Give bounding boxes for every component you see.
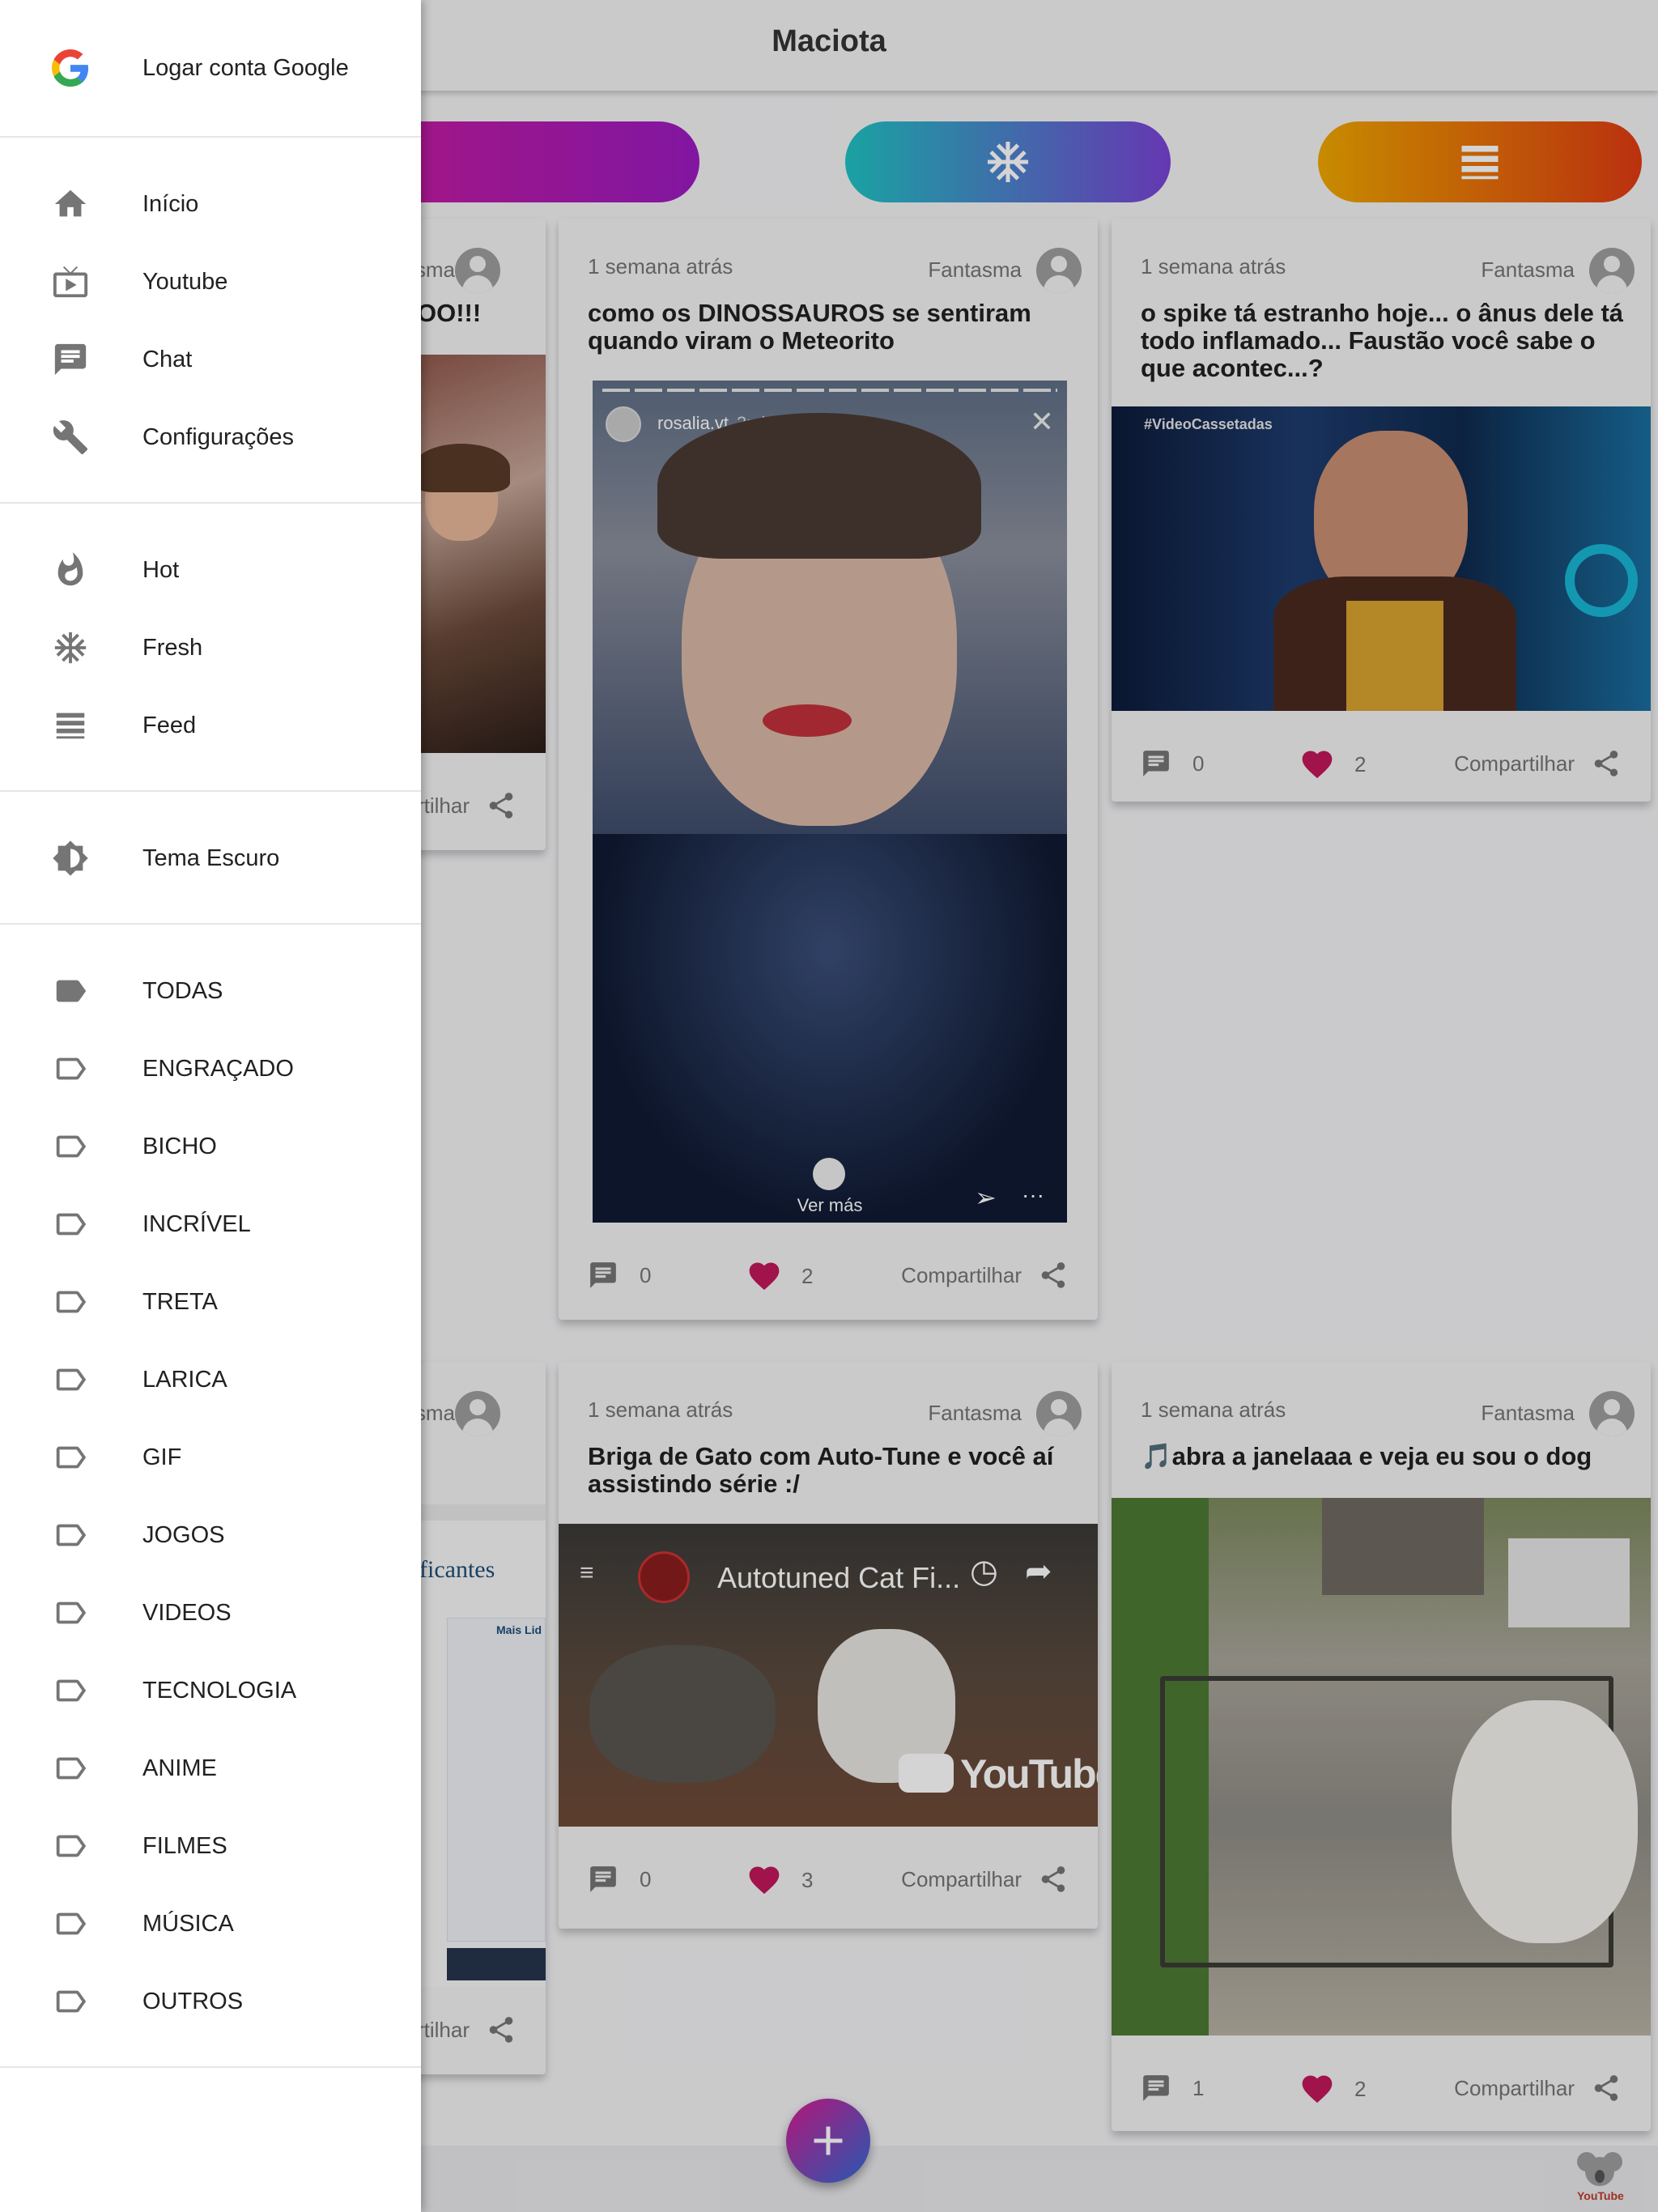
- divider: [0, 136, 421, 138]
- category-label: TODAS: [142, 977, 223, 1004]
- label-outline-icon: [50, 1359, 91, 1400]
- category-label: MÚSICA: [142, 1910, 234, 1937]
- nav-item-youtube[interactable]: Youtube: [0, 243, 421, 321]
- divider: [0, 502, 421, 504]
- nav-item-label: Youtube: [142, 268, 228, 295]
- category-item-anime[interactable]: ANIME: [0, 1729, 421, 1807]
- category-label: VIDEOS: [142, 1599, 232, 1626]
- nav-item-fresh[interactable]: Fresh: [0, 609, 421, 687]
- label-outline-icon: [50, 1826, 91, 1866]
- nav-item-label: Configurações: [142, 423, 294, 450]
- nav-item-inicio[interactable]: Início: [0, 165, 421, 243]
- nav-item-chat[interactable]: Chat: [0, 321, 421, 398]
- category-item-larica[interactable]: LARICA: [0, 1341, 421, 1419]
- divider: [0, 923, 421, 925]
- category-label: GIF: [142, 1444, 182, 1470]
- home-icon: [50, 184, 91, 224]
- feed-icon: [50, 705, 91, 746]
- label-filled-icon: [50, 971, 91, 1011]
- google-login-label: Logar conta Google: [142, 54, 349, 81]
- wrench-icon: [50, 417, 91, 457]
- tv-icon: [50, 262, 91, 302]
- category-label: TECNOLOGIA: [142, 1677, 297, 1704]
- nav-item-feed[interactable]: Feed: [0, 687, 421, 764]
- category-label: BICHO: [142, 1133, 217, 1159]
- category-label: FILMES: [142, 1832, 227, 1859]
- nav-item-configuracoes[interactable]: Configurações: [0, 398, 421, 476]
- category-item-filmes[interactable]: FILMES: [0, 1807, 421, 1885]
- nav-item-label: Chat: [142, 346, 193, 372]
- chat-icon: [50, 339, 91, 380]
- label-outline-icon: [50, 1981, 91, 2022]
- label-outline-icon: [50, 1748, 91, 1789]
- label-outline-icon: [50, 1204, 91, 1244]
- category-label: OUTROS: [142, 1988, 244, 2014]
- category-label: JOGOS: [142, 1521, 225, 1548]
- category-item-treta[interactable]: TRETA: [0, 1263, 421, 1341]
- category-item-gif[interactable]: GIF: [0, 1419, 421, 1496]
- category-item-todas[interactable]: TODAS: [0, 952, 421, 1030]
- category-item-música[interactable]: MÚSICA: [0, 1885, 421, 1963]
- dark-theme-toggle[interactable]: Tema Escuro: [0, 819, 421, 897]
- divider: [0, 2066, 421, 2068]
- nav-item-hot[interactable]: Hot: [0, 531, 421, 609]
- category-item-videos[interactable]: VIDEOS: [0, 1574, 421, 1652]
- label-outline-icon: [50, 1282, 91, 1322]
- category-label: INCRÍVEL: [142, 1210, 251, 1237]
- category-item-jogos[interactable]: JOGOS: [0, 1496, 421, 1574]
- flame-icon: [50, 550, 91, 590]
- nav-item-label: Fresh: [142, 634, 203, 661]
- divider: [0, 790, 421, 792]
- label-outline-icon: [50, 1437, 91, 1478]
- category-item-incrível[interactable]: INCRÍVEL: [0, 1185, 421, 1263]
- label-outline-icon: [50, 1049, 91, 1089]
- dark-theme-label: Tema Escuro: [142, 844, 280, 871]
- label-outline-icon: [50, 1670, 91, 1711]
- category-item-tecnologia[interactable]: TECNOLOGIA: [0, 1652, 421, 1729]
- category-label: LARICA: [142, 1366, 227, 1393]
- category-label: TRETA: [142, 1288, 218, 1315]
- nav-item-label: Hot: [142, 556, 180, 583]
- label-outline-icon: [50, 1515, 91, 1555]
- snowflake-icon: [50, 627, 91, 668]
- category-item-outros[interactable]: OUTROS: [0, 1963, 421, 2040]
- brightness-icon: [50, 838, 91, 878]
- label-outline-icon: [50, 1904, 91, 1944]
- category-item-bicho[interactable]: BICHO: [0, 1108, 421, 1185]
- google-login-item[interactable]: Logar conta Google: [0, 29, 421, 107]
- nav-item-label: Início: [142, 190, 199, 217]
- nav-item-label: Feed: [142, 712, 197, 738]
- category-label: ANIME: [142, 1755, 217, 1781]
- navigation-drawer: Logar conta Google Início Youtube Chat C…: [0, 0, 421, 2212]
- category-label: ENGRAÇADO: [142, 1055, 294, 1082]
- label-outline-icon: [50, 1126, 91, 1167]
- category-item-engraçado[interactable]: ENGRAÇADO: [0, 1030, 421, 1108]
- label-outline-icon: [50, 1593, 91, 1633]
- google-icon: [50, 48, 91, 88]
